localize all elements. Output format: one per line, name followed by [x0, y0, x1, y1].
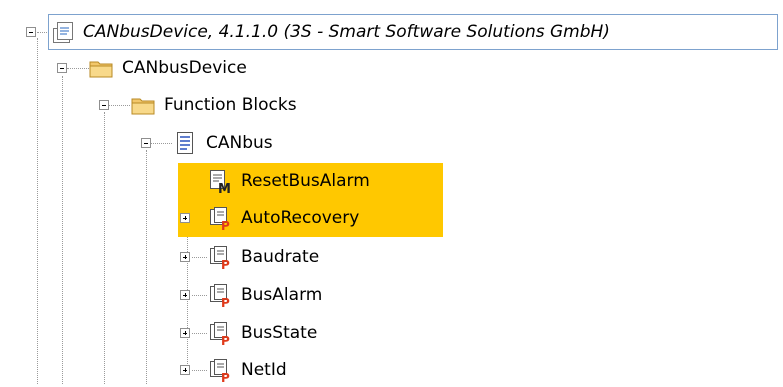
canbus-expander[interactable] [141, 138, 151, 148]
property-icon: P [207, 320, 233, 348]
tree-node-baudrate[interactable]: P Baudrate [207, 241, 319, 273]
netid-label: NetId [241, 360, 287, 380]
tree-guide [62, 76, 63, 384]
folder-icon [88, 55, 114, 81]
autorecovery-expander[interactable] [180, 213, 190, 223]
root-expander[interactable] [26, 27, 36, 37]
property-icon: P [207, 244, 233, 272]
busstate-expander[interactable] [180, 328, 190, 338]
property-icon: P [207, 205, 233, 233]
tree-connector [192, 333, 207, 334]
busstate-label: BusState [241, 323, 318, 343]
svg-text:P: P [221, 371, 230, 383]
baudrate-label: Baudrate [241, 247, 320, 267]
canbus-label: CANbus [206, 133, 273, 153]
function-blocks-label: Function Blocks [164, 95, 297, 115]
tree-node-device[interactable]: CANbusDevice [88, 52, 247, 84]
svg-text:P: P [221, 219, 230, 231]
method-icon: M [207, 168, 233, 197]
document-icon [172, 130, 198, 156]
tree-node-canbus[interactable]: CANbus [172, 127, 273, 159]
page-icon [51, 19, 77, 45]
property-icon: P [207, 357, 233, 385]
device-expander[interactable] [57, 63, 67, 73]
property-icon: P [207, 282, 233, 310]
tree-guide [37, 38, 38, 384]
folder-icon [130, 92, 156, 118]
tree-connector [192, 370, 207, 371]
baudrate-expander[interactable] [180, 252, 190, 262]
tree-connector [192, 295, 207, 296]
resetbusalarm-label: ResetBusAlarm [241, 171, 370, 191]
tree-connector [150, 143, 172, 144]
busalarm-expander[interactable] [180, 290, 190, 300]
svg-text:P: P [221, 258, 230, 270]
tree-node-resetbusalarm[interactable]: M ResetBusAlarm [207, 165, 370, 197]
tree-node-busalarm[interactable]: P BusAlarm [207, 279, 322, 311]
tree-connector [108, 105, 130, 106]
root-label: CANbusDevice, 4.1.1.0 (3S - Smart Softwa… [83, 22, 610, 42]
tree-node-netid[interactable]: P NetId [207, 354, 287, 386]
tree-node-function-blocks[interactable]: Function Blocks [130, 89, 297, 121]
tree-node-root[interactable]: CANbusDevice, 4.1.1.0 (3S - Smart Softwa… [48, 14, 778, 50]
tree-guide [104, 112, 105, 384]
netid-expander[interactable] [180, 365, 190, 375]
function-blocks-expander[interactable] [99, 100, 109, 110]
tree-node-autorecovery[interactable]: P AutoRecovery [207, 202, 359, 234]
autorecovery-label: AutoRecovery [241, 208, 360, 228]
tree-connector [192, 257, 207, 258]
project-tree: CANbusDevice, 4.1.1.0 (3S - Smart Softwa… [0, 0, 783, 386]
svg-text:P: P [221, 334, 230, 346]
svg-text:P: P [221, 296, 230, 308]
tree-connector [67, 68, 89, 69]
svg-text:M: M [218, 182, 231, 194]
tree-node-busstate[interactable]: P BusState [207, 317, 317, 349]
tree-guide [146, 150, 147, 384]
busalarm-label: BusAlarm [241, 285, 323, 305]
device-label: CANbusDevice [122, 58, 247, 78]
